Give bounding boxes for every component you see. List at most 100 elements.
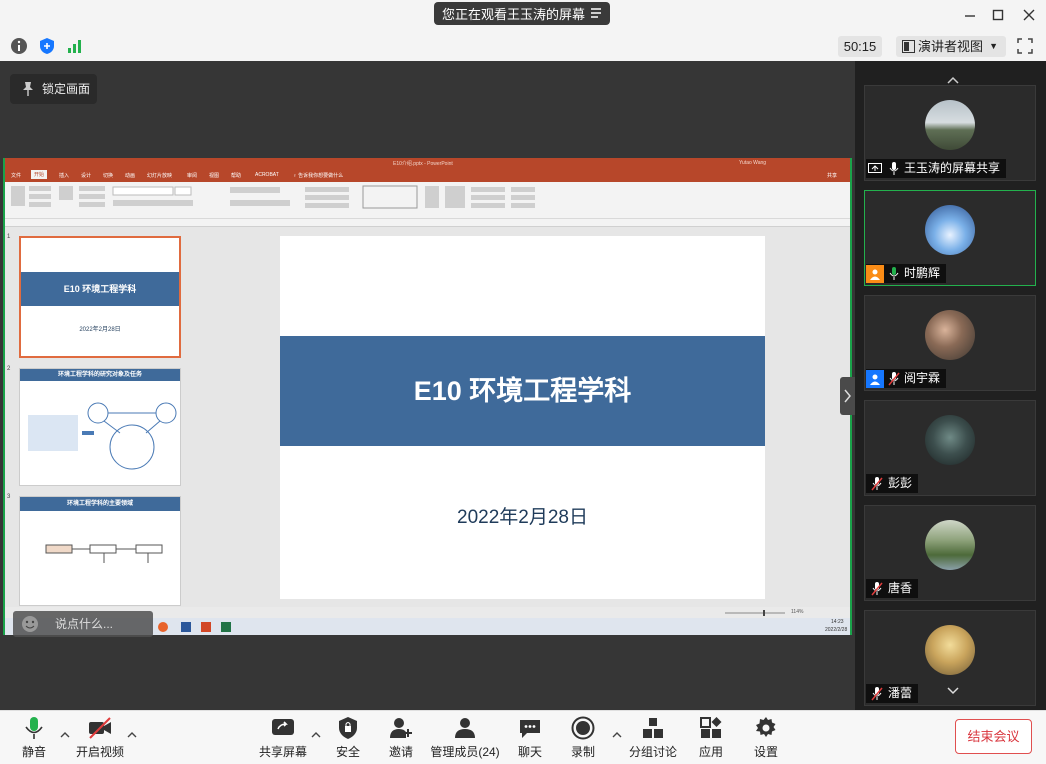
share-screen-icon <box>272 719 294 735</box>
menu-icon[interactable] <box>590 7 602 19</box>
record-button[interactable]: 录制 <box>567 714 599 762</box>
user-badge-icon <box>866 264 884 283</box>
slide-date: 2022年2月28日 <box>457 507 588 528</box>
apps-button[interactable]: 应用 <box>695 714 727 762</box>
lock-view-label: 锁定画面 <box>42 82 91 96</box>
share-screen-button[interactable]: 共享屏幕 <box>258 714 308 762</box>
ppt-tab[interactable]: ACROBAT <box>255 172 279 178</box>
members-icon <box>455 718 475 738</box>
ppt-tab[interactable]: 文件 <box>11 172 21 179</box>
chat-placeholder: 说点什么... <box>55 617 114 631</box>
close-icon[interactable] <box>1021 7 1037 23</box>
breakout-rooms-button[interactable]: 分组讨论 <box>628 714 678 762</box>
info-icon[interactable] <box>10 37 28 55</box>
chevron-down-icon[interactable] <box>946 686 960 696</box>
ppt-tab[interactable]: 设计 <box>81 172 91 179</box>
start-video-button[interactable]: 开启视频 <box>74 714 126 762</box>
ppt-share[interactable]: 共享 <box>827 172 837 179</box>
security-label: 安全 <box>335 745 360 759</box>
shared-screen-area: 锁定画面 E10介绍.pptx - PowerPoint Yutao Wang … <box>0 61 855 710</box>
start-video-label: 开启视频 <box>75 745 124 759</box>
fullscreen-icon[interactable] <box>1016 37 1034 55</box>
participant-name: 彭彭 <box>888 476 913 490</box>
participant-name: 阅宇霖 <box>904 371 941 385</box>
participant-tile[interactable]: 彭彭 <box>864 400 1036 496</box>
ppt-tab[interactable]: 视图 <box>209 172 219 179</box>
participant-tile[interactable]: 潘蕾 <box>864 610 1036 706</box>
ppt-tab[interactable]: 幻灯片放映 <box>147 172 172 179</box>
microphone-icon <box>25 717 43 739</box>
sharing-banner[interactable]: 您正在观看王玉涛的屏幕 <box>434 2 610 25</box>
manage-members-button[interactable]: 管理成员(24) <box>430 714 500 762</box>
thumbnail-diagram <box>45 544 163 563</box>
gear-icon <box>756 717 776 737</box>
slide-thumbnail-1[interactable]: E10 环境工程学科 2022年2月28日 <box>19 236 181 358</box>
ppt-tab[interactable]: 审阅 <box>187 172 197 179</box>
participant-namebar: 潘蕾 <box>866 684 919 703</box>
chat-button[interactable]: 聊天 <box>514 714 546 762</box>
mute-button[interactable]: 静音 <box>14 714 54 762</box>
ppt-tab[interactable]: 切换 <box>103 172 113 179</box>
breakout-rooms-icon <box>643 718 663 738</box>
chevron-up-icon[interactable] <box>612 730 622 740</box>
emoji-icon[interactable] <box>21 615 39 633</box>
ppt-tab[interactable]: ♀ 告诉我你想要做什么 <box>293 172 343 179</box>
ppt-ribbon <box>5 182 850 227</box>
microphone-active-icon <box>888 265 900 283</box>
chevron-up-icon[interactable] <box>946 75 960 85</box>
zoom-slider[interactable] <box>725 610 785 616</box>
signal-icon[interactable] <box>66 37 84 55</box>
invite-button[interactable]: 邀请 <box>385 714 417 762</box>
ppt-tab-active[interactable]: 开始 <box>31 170 48 179</box>
ppt-tab[interactable]: 插入 <box>59 172 69 179</box>
participant-tile[interactable]: 王玉涛的屏幕共享 <box>864 85 1036 181</box>
shield-icon[interactable] <box>38 37 56 55</box>
chevron-right-icon <box>844 389 851 403</box>
ppt-tab[interactable]: 帮助 <box>231 172 241 179</box>
apps-icon <box>700 717 722 738</box>
maximize-icon[interactable] <box>990 7 1006 23</box>
view-mode-dropdown[interactable]: 演讲者视图 ▼ <box>896 36 1006 57</box>
ppt-tab[interactable]: 动画 <box>125 172 135 179</box>
chat-input[interactable]: 说点什么... <box>13 611 153 637</box>
participant-name: 王玉涛的屏幕共享 <box>904 161 1001 175</box>
invite-label: 邀请 <box>388 745 413 759</box>
participant-namebar: 时鹏辉 <box>866 264 947 283</box>
meeting-timer: 50:15 <box>838 36 882 57</box>
participant-tile[interactable]: 阅宇霖 <box>864 295 1036 391</box>
chevron-up-icon[interactable] <box>127 730 137 740</box>
taskbar-app-icons <box>158 622 231 632</box>
avatar <box>925 415 975 465</box>
shield-icon <box>339 717 357 739</box>
slide-thumbnail-2[interactable]: 环境工程学科的研究对象及任务 <box>19 368 181 486</box>
ppt-title-bar: E10介绍.pptx - PowerPoint Yutao Wang <box>5 158 850 169</box>
participant-namebar: 王玉涛的屏幕共享 <box>866 159 1007 178</box>
chevron-up-icon[interactable] <box>60 730 70 740</box>
microphone-icon <box>888 160 900 178</box>
security-button[interactable]: 安全 <box>332 714 364 762</box>
ppt-user: Yutao Wang <box>739 160 767 166</box>
participant-tile[interactable]: 唐香 <box>864 505 1036 601</box>
participant-namebar: 唐香 <box>866 579 919 598</box>
settings-button[interactable]: 设置 <box>750 714 782 762</box>
ppt-tab-bar: 文件 开始 插入 设计 切换 动画 幻灯片放映 审阅 视图 帮助 ACROBAT… <box>5 169 850 182</box>
slide-thumbnail-3[interactable]: 环境工程学科的主要领域 <box>19 496 181 606</box>
lock-view-button[interactable]: 锁定画面 <box>10 74 97 104</box>
chevron-up-icon[interactable] <box>311 730 321 740</box>
microphone-muted-icon <box>870 475 884 493</box>
participant-tile[interactable]: 时鹏辉 <box>864 190 1036 286</box>
video-off-icon <box>89 717 111 739</box>
avatar <box>925 205 975 255</box>
ribbon-controls <box>5 185 850 219</box>
participant-name: 潘蕾 <box>888 686 913 700</box>
avatar <box>925 310 975 360</box>
end-meeting-button[interactable]: 结束会议 <box>955 719 1032 754</box>
meeting-toolbar: 静音 开启视频 共享屏幕 安全 邀请 管理成员(24) 聊天 录制 分组讨论 应… <box>0 710 1046 764</box>
microphone-muted-icon <box>888 370 900 388</box>
panel-collapse-toggle[interactable] <box>840 377 856 415</box>
minimize-icon[interactable] <box>962 7 978 23</box>
zoom-level: 114% <box>791 609 804 615</box>
ppt-file-title: E10介绍.pptx - PowerPoint <box>393 161 453 167</box>
sharing-banner-text: 您正在观看王玉涛的屏幕 <box>442 7 586 22</box>
meeting-info-row: 50:15 演讲者视图 ▼ <box>0 32 1046 61</box>
